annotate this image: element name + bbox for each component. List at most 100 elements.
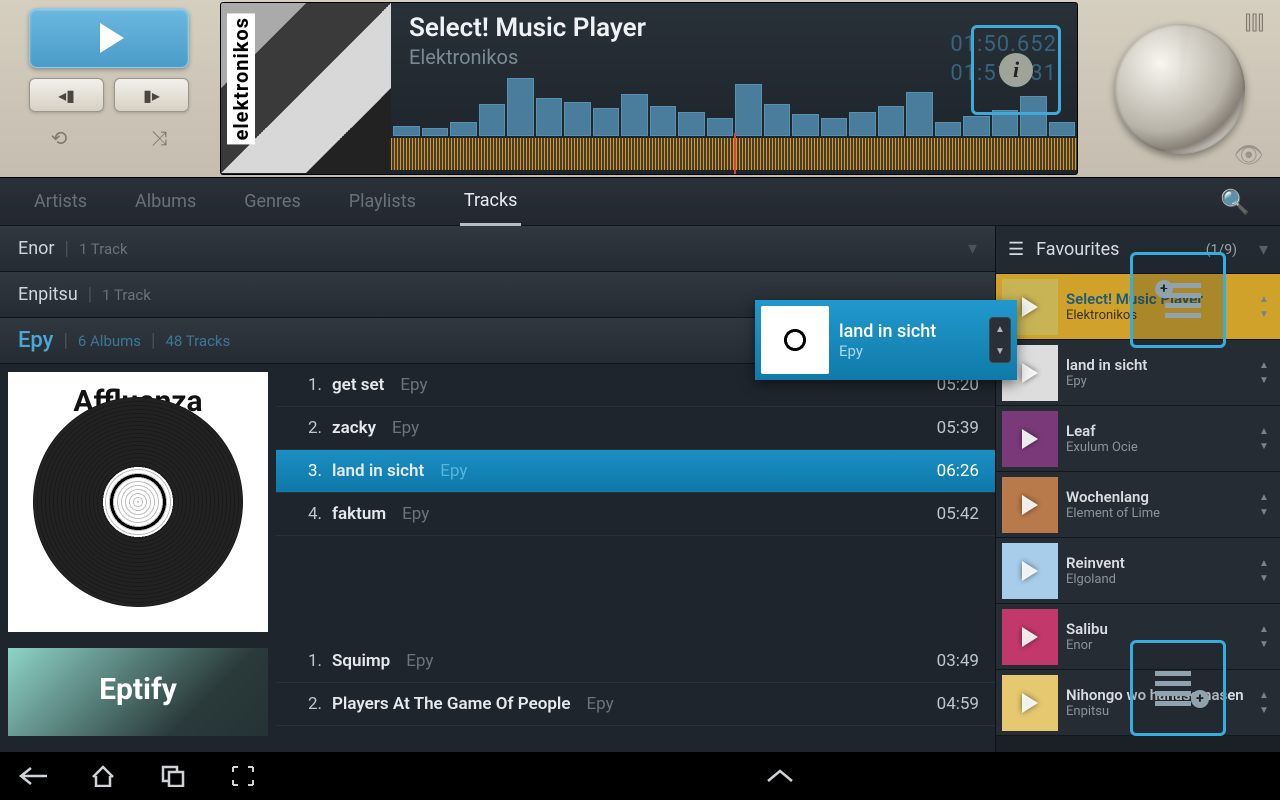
spectrum-bar xyxy=(963,116,990,136)
track-artist: Epy xyxy=(392,418,419,438)
prev-button[interactable]: ◂▮ xyxy=(29,78,104,112)
track-row[interactable]: 3.land in sichtEpy06:26 xyxy=(276,450,995,493)
album-eptify: Eptify 1.SquimpEpy03:492.Players At The … xyxy=(0,640,995,736)
favourite-art xyxy=(1002,477,1058,533)
favourite-title: Reinvent xyxy=(1066,554,1246,572)
playback-controls: ◂▮ ▮▸ ⟲ ⤨ xyxy=(0,0,218,177)
repeat-icon[interactable]: ⟲ xyxy=(51,126,68,150)
play-icon xyxy=(1022,363,1038,383)
reorder-handle[interactable]: ▲▼ xyxy=(1254,426,1274,452)
spectrum-bar xyxy=(479,104,506,136)
favourites-title: Favourites xyxy=(1036,239,1119,260)
favourite-title: Leaf xyxy=(1066,422,1246,440)
track-name: Players At The Game Of People xyxy=(332,694,570,714)
track-name: zacky xyxy=(332,418,376,438)
favourite-item[interactable]: LeafExulum Ocie ▲▼ xyxy=(996,406,1280,472)
visibility-icon[interactable]: 👁 xyxy=(1234,141,1264,169)
play-button[interactable] xyxy=(29,8,189,68)
spectrum-bar xyxy=(507,78,534,136)
tab-albums[interactable]: Albums xyxy=(131,179,200,224)
track-number: 4. xyxy=(292,504,322,524)
spectrum-bar xyxy=(906,92,933,136)
add-to-playlist-bottom[interactable]: + xyxy=(1130,640,1226,736)
album-art-affluenza[interactable]: Affluenza xyxy=(8,372,268,632)
track-artist: Epy xyxy=(402,504,429,524)
album-art-eptify[interactable]: Eptify xyxy=(8,648,268,736)
reorder-handle[interactable]: ▲▼ xyxy=(1254,360,1274,386)
shuffle-icon[interactable]: ⤨ xyxy=(151,126,167,150)
dragging-track-chip[interactable]: land in sicht Epy ▲▼ xyxy=(755,300,1017,380)
track-artist: Epy xyxy=(400,375,427,395)
screenshot-button[interactable] xyxy=(226,759,260,793)
volume-area: ⫿⫿⫿ 👁 xyxy=(1080,0,1280,177)
chevron-down-icon: ▾ xyxy=(968,238,977,259)
track-duration: 03:49 xyxy=(937,651,979,671)
spectrum-bar xyxy=(678,112,705,136)
album-art[interactable]: elektronikos xyxy=(221,3,391,173)
track-row[interactable]: 1.SquimpEpy03:49 xyxy=(276,640,995,683)
track-duration: 05:42 xyxy=(937,504,979,524)
favourite-artist: Elgoland xyxy=(1066,572,1246,587)
volume-knob[interactable] xyxy=(1115,24,1245,154)
tab-playlists[interactable]: Playlists xyxy=(345,179,420,224)
waveform-seekbar[interactable] xyxy=(391,138,1077,170)
drag-title: land in sicht xyxy=(839,321,936,342)
track-row[interactable]: 4. faktum Epy 05:42 xyxy=(276,493,995,536)
system-navbar xyxy=(0,752,1280,800)
tab-genres[interactable]: Genres xyxy=(240,179,305,224)
reorder-handle[interactable]: ▲▼ xyxy=(1254,492,1274,518)
track-artist: Epy xyxy=(406,651,433,671)
spectrum-bar xyxy=(593,108,620,136)
drag-handle-icon[interactable]: ▲▼ xyxy=(989,317,1011,363)
chevron-down-icon[interactable]: ▾ xyxy=(1259,239,1268,260)
track-duration: 04:59 xyxy=(937,694,979,714)
reorder-handle[interactable]: ▲▼ xyxy=(1254,690,1274,716)
drag-artist: Epy xyxy=(839,342,936,360)
search-icon[interactable]: 🔍 xyxy=(1220,188,1250,216)
track-name: Squimp xyxy=(332,651,390,671)
favourite-art xyxy=(1002,543,1058,599)
tab-tracks[interactable]: Tracks xyxy=(460,178,521,226)
expand-up-button[interactable] xyxy=(763,759,797,793)
spectrum-bar xyxy=(764,104,791,136)
spectrum-bar xyxy=(393,126,420,136)
play-icon xyxy=(100,23,124,53)
spectrum-bar xyxy=(707,118,734,136)
drag-art xyxy=(761,306,829,374)
track-name: faktum xyxy=(332,504,386,524)
tab-artists[interactable]: Artists xyxy=(30,179,91,224)
favourite-artist: Exulum Ocie xyxy=(1066,440,1246,455)
favourite-item[interactable]: land in sichtEpy▲▼ xyxy=(996,340,1280,406)
spectrum-bar xyxy=(650,106,677,136)
equalizer-icon[interactable]: ⫿⫿⫿ xyxy=(1245,10,1264,34)
spectrum-bar xyxy=(735,84,762,136)
favourite-item[interactable]: ReinventElgoland ▲▼ xyxy=(996,538,1280,604)
favourite-item[interactable]: WochenlangElement of Lime▲▼ xyxy=(996,472,1280,538)
play-icon xyxy=(1022,429,1038,449)
player-header: ◂▮ ▮▸ ⟲ ⤨ elektronikos Select! Music Pla… xyxy=(0,0,1280,178)
plus-icon: + xyxy=(1191,690,1209,708)
back-button[interactable] xyxy=(16,759,50,793)
info-icon: i xyxy=(999,53,1033,87)
track-row[interactable]: 2.zackyEpy05:39 xyxy=(276,407,995,450)
favourite-artist: Element of Lime xyxy=(1066,506,1246,521)
spectrum-bar xyxy=(1049,122,1076,136)
play-icon xyxy=(1022,561,1038,581)
track-name: get set xyxy=(332,375,384,395)
track-row[interactable]: 2.Players At The Game Of PeopleEpy04:59 xyxy=(276,683,995,726)
reorder-handle[interactable]: ▲▼ xyxy=(1254,624,1274,650)
info-button[interactable]: i xyxy=(971,25,1061,115)
reorder-handle[interactable]: ▲▼ xyxy=(1254,294,1274,320)
spectrum-bar xyxy=(536,98,563,136)
favourite-art xyxy=(1002,675,1058,731)
next-button[interactable]: ▮▸ xyxy=(114,78,189,112)
play-icon xyxy=(1022,495,1038,515)
spectrum-bar xyxy=(849,112,876,136)
recent-apps-button[interactable] xyxy=(156,759,190,793)
spectrum-bar xyxy=(450,122,477,136)
add-to-playlist-top[interactable]: + xyxy=(1130,252,1226,348)
home-button[interactable] xyxy=(86,759,120,793)
track-number: 3. xyxy=(292,461,322,481)
artist-group-enor[interactable]: Enor | 1 Track ▾ xyxy=(0,226,995,272)
reorder-handle[interactable]: ▲▼ xyxy=(1254,558,1274,584)
